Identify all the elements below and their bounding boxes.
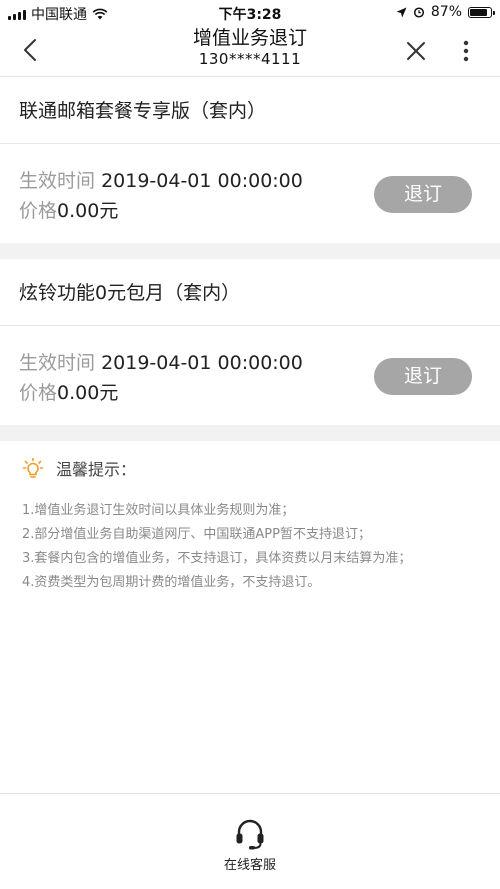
service-body: 生效时间 2019-04-01 00:00:00 价格0.00元 退订	[0, 144, 500, 243]
price-value: 0.00元	[57, 382, 119, 404]
tips-list: 1.增值业务退订生效时间以具体业务规则为准； 2.部分增值业务自助渠道网厅、中国…	[22, 499, 492, 595]
unsubscribe-button[interactable]: 退订	[374, 358, 472, 395]
tips-title: 温馨提示：	[56, 460, 137, 479]
effective-time-label: 生效时间	[19, 352, 96, 374]
more-vertical-icon[interactable]	[456, 37, 476, 65]
service-card: 联通邮箱套餐专享版（套内） 生效时间 2019-04-01 00:00:00 价…	[0, 78, 500, 243]
price-value: 0.00元	[57, 200, 119, 222]
price-row: 价格0.00元	[19, 380, 118, 406]
tip-item: 4.资费类型为包周期计费的增值业务，不支持退订。	[22, 575, 321, 590]
close-icon[interactable]	[403, 38, 429, 64]
alarm-icon	[413, 7, 424, 18]
status-bar: 中国联通 下午3:28 87%	[0, 0, 500, 24]
tips-header: 温馨提示：	[22, 456, 136, 480]
effective-time-label: 生效时间	[19, 170, 96, 192]
effective-time-row: 生效时间 2019-04-01 00:00:00	[19, 350, 303, 376]
service-card: 炫铃功能0元包月（套内） 生效时间 2019-04-01 00:00:00 价格…	[0, 260, 500, 425]
battery-fill	[470, 8, 488, 16]
service-body: 生效时间 2019-04-01 00:00:00 价格0.00元 退订	[0, 326, 500, 425]
online-service-button[interactable]: 在线客服	[0, 793, 500, 889]
price-label: 价格	[19, 382, 58, 404]
price-label: 价格	[19, 200, 58, 222]
unsubscribe-button[interactable]: 退订	[374, 176, 472, 213]
service-name: 联通邮箱套餐专享版（套内）	[0, 78, 500, 144]
tip-item: 3.套餐内包含的增值业务，不支持退订，具体资费以月末结算为准；	[22, 551, 412, 566]
service-name: 炫铃功能0元包月（套内）	[0, 260, 500, 326]
effective-time-value: 2019-04-01 00:00:00	[101, 170, 303, 192]
section-divider	[0, 425, 500, 441]
battery-icon	[468, 6, 495, 18]
lightbulb-icon	[22, 457, 44, 478]
battery-percent: 87%	[430, 4, 462, 20]
online-service-label: 在线客服	[223, 858, 276, 873]
section-divider	[0, 243, 500, 259]
location-icon	[396, 7, 407, 17]
headset-icon[interactable]	[232, 816, 268, 852]
price-row: 价格0.00元	[19, 198, 118, 224]
tip-item: 1.增值业务退订生效时间以具体业务规则为准；	[22, 503, 295, 518]
status-right: 87%	[396, 4, 495, 20]
tip-item: 2.部分增值业务自助渠道网厅、中国联通APP暂不支持退订；	[22, 527, 371, 542]
nav-bar: 增值业务退订 130****4111	[0, 24, 500, 77]
effective-time-value: 2019-04-01 00:00:00	[101, 352, 303, 374]
effective-time-row: 生效时间 2019-04-01 00:00:00	[19, 168, 303, 194]
